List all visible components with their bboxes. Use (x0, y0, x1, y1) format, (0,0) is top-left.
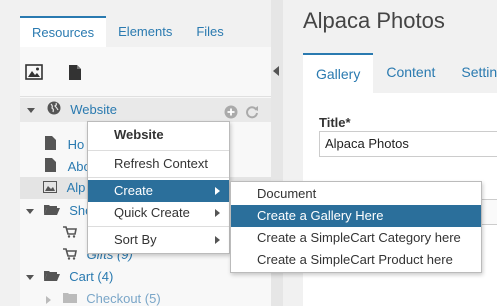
menu-separator (88, 150, 229, 151)
caret-down-icon[interactable] (26, 209, 34, 215)
tab-elements[interactable]: Elements (106, 16, 184, 47)
image-icon (43, 178, 57, 200)
menu-item-label: Create (114, 183, 154, 198)
create-submenu: Document Create a Gallery Here Create a … (230, 181, 482, 273)
refresh-icon[interactable] (245, 103, 259, 127)
tree-row-website[interactable]: Website (20, 98, 271, 122)
page-icon (45, 157, 56, 179)
chevron-right-icon (215, 236, 220, 244)
submenu-item-create-gallery[interactable]: Create a Gallery Here (231, 205, 481, 227)
submenu-item-simplecart-category[interactable]: Create a SimpleCart Category here (231, 227, 481, 249)
folder-open-icon (43, 267, 60, 289)
new-document-icon[interactable] (68, 64, 82, 84)
context-menu-header: Website (114, 127, 164, 142)
tree-item-label: Cart (4) (69, 269, 114, 284)
tree-item-label: Alp (66, 180, 86, 195)
left-tabs: Resources Elements Files (20, 16, 236, 47)
tab-resources[interactable]: Resources (20, 16, 107, 47)
submenu-item-document[interactable]: Document (231, 183, 481, 205)
tree-row-shop[interactable]: Sho (26, 200, 92, 222)
menu-item-refresh-context[interactable]: Refresh Context (88, 153, 229, 175)
menu-item-sort-by[interactable]: Sort By (88, 229, 229, 251)
tree-row-checkout[interactable]: Checkout (5) (46, 288, 161, 306)
menu-item-create[interactable]: Create (88, 180, 229, 202)
submenu-item-simplecart-product[interactable]: Create a SimpleCart Product here (231, 249, 481, 271)
tab-gallery[interactable]: Gallery (303, 53, 374, 93)
chevron-right-icon (215, 209, 220, 217)
menu-separator (88, 226, 229, 227)
tree-row-cart-item[interactable] (63, 222, 77, 244)
cart-icon (63, 245, 77, 267)
menu-item-label: Sort By (114, 232, 157, 247)
folder-open-icon (43, 201, 60, 223)
tree-item-label: Checkout (5) (86, 291, 161, 306)
chevron-right-icon (215, 187, 220, 195)
tab-settings[interactable]: Settin (448, 53, 497, 93)
context-menu: Website Refresh Context Create Quick Cre… (87, 121, 230, 254)
collapse-arrow-icon[interactable] (273, 66, 279, 76)
title-input[interactable]: Alpaca Photos (319, 131, 497, 157)
globe-icon (47, 99, 61, 123)
website-label: Website (70, 102, 117, 117)
tree-toolbar (20, 47, 271, 97)
resource-tabs: Gallery Content Settin (303, 53, 497, 93)
tree-row-cart[interactable]: Cart (4) (26, 266, 113, 288)
page-title: Alpaca Photos (303, 8, 445, 33)
tab-content[interactable]: Content (373, 53, 448, 93)
page-icon (45, 135, 56, 157)
tree-item-label: Ho (67, 137, 85, 152)
caret-right-icon[interactable] (46, 295, 51, 304)
tree-row-home[interactable]: Ho (45, 134, 84, 156)
caret-down-icon[interactable] (27, 98, 39, 122)
menu-item-label: Quick Create (114, 205, 190, 220)
tree-row-about[interactable]: Abo (45, 156, 91, 178)
folder-icon (62, 289, 77, 306)
caret-down-icon[interactable] (26, 275, 34, 281)
cart-icon (63, 223, 77, 245)
tab-files[interactable]: Files (184, 16, 235, 47)
title-label: Title* (319, 115, 351, 130)
menu-separator (88, 177, 229, 178)
menu-item-quick-create[interactable]: Quick Create (88, 202, 229, 224)
image-icon[interactable] (25, 64, 43, 83)
